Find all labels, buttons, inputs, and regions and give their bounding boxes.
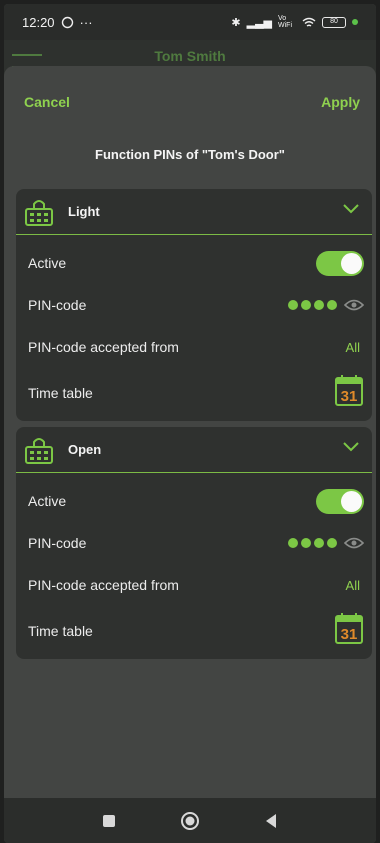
pin-dot [288, 300, 298, 310]
sheet-title: Function PINs of "Tom's Door" [95, 147, 285, 162]
toggle-knob [341, 491, 362, 512]
signal-icon: ▂▃▅ [246, 16, 272, 29]
active-label: Active [28, 255, 67, 271]
accepted-from-label: PIN-code accepted from [28, 577, 179, 593]
back-button[interactable] [264, 813, 278, 829]
pin-code-label: PIN-code [28, 535, 87, 551]
eye-icon[interactable] [344, 299, 364, 311]
notification-dot [352, 19, 358, 25]
app-bar-title: Tom Smith [154, 48, 226, 64]
keypad-lock-icon [25, 200, 53, 226]
pin-code-row: PIN-code [16, 285, 372, 327]
function-card-open: Open Active PIN-code PIN-code accepted f… [16, 427, 372, 659]
pin-dot [288, 538, 298, 548]
pin-code-value[interactable] [288, 537, 364, 549]
more-notifications-icon: ··· [79, 14, 93, 30]
keypad-lock-icon [25, 438, 53, 464]
function-name: Open [68, 442, 102, 457]
pin-code-value[interactable] [288, 299, 364, 311]
calendar-day: 31 [341, 626, 358, 643]
pin-dot [314, 300, 324, 310]
accepted-from-value[interactable]: All [346, 340, 360, 355]
time-table-label: Time table [28, 385, 93, 401]
battery-icon: 80 [322, 16, 346, 28]
calendar-day: 31 [341, 388, 358, 405]
function-card-light: Light Active PIN-code PIN-code accepted … [16, 189, 372, 421]
toggle-knob [341, 253, 362, 274]
card-header[interactable]: Light [16, 189, 372, 235]
card-header[interactable]: Open [16, 427, 372, 473]
home-button[interactable] [180, 811, 200, 831]
active-toggle[interactable] [316, 251, 364, 276]
status-time: 12:20 [22, 14, 55, 30]
bluetooth-icon: ✱ [231, 16, 241, 29]
pin-code-label: PIN-code [28, 297, 87, 313]
accepted-from-label: PIN-code accepted from [28, 339, 179, 355]
system-nav-bar [4, 798, 376, 843]
chevron-down-icon[interactable] [342, 440, 360, 452]
whatsapp-icon [61, 16, 73, 28]
cancel-button[interactable]: Cancel [24, 94, 70, 110]
pin-dot [327, 300, 337, 310]
apply-button[interactable]: Apply [321, 94, 360, 110]
pin-dot [301, 300, 311, 310]
chevron-down-icon[interactable] [342, 202, 360, 214]
calendar-icon[interactable]: 31 [334, 611, 364, 645]
vowifi-label: Vo WiFi [278, 15, 292, 29]
pin-dot [301, 538, 311, 548]
function-name: Light [68, 204, 100, 219]
time-table-label: Time table [28, 623, 93, 639]
pin-dot [314, 538, 324, 548]
phone-screen: 12:20 ··· ✱ ▂▃▅ Vo WiFi 80 Tom Smith Can… [4, 4, 376, 843]
active-row: Active [16, 243, 372, 285]
eye-icon[interactable] [344, 537, 364, 549]
active-label: Active [28, 493, 67, 509]
recents-button[interactable] [102, 814, 116, 828]
active-row: Active [16, 481, 372, 523]
pin-dot [327, 538, 337, 548]
accepted-from-value[interactable]: All [346, 578, 360, 593]
pin-code-row: PIN-code [16, 523, 372, 565]
wifi-icon [302, 17, 316, 27]
time-table-row: Time table 31 [16, 369, 372, 417]
accepted-from-row: PIN-code accepted from All [16, 327, 372, 369]
time-table-row: Time table 31 [16, 607, 372, 655]
active-toggle[interactable] [316, 489, 364, 514]
function-pins-sheet: Cancel Apply Function PINs of "Tom's Doo… [4, 66, 376, 798]
calendar-icon[interactable]: 31 [334, 373, 364, 407]
accepted-from-row: PIN-code accepted from All [16, 565, 372, 607]
status-bar: 12:20 ··· ✱ ▂▃▅ Vo WiFi 80 [4, 4, 376, 40]
